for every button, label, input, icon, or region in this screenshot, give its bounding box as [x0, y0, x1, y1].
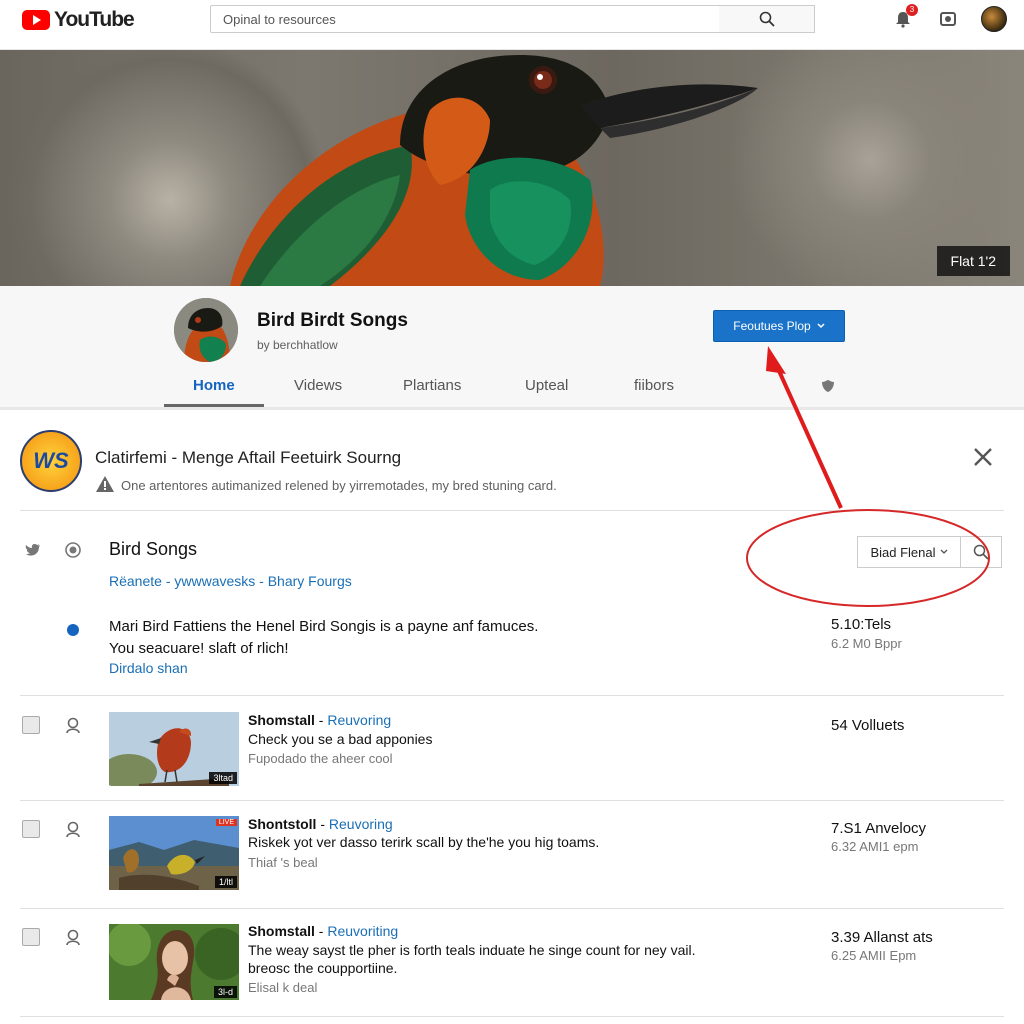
channel-banner: Flat 1'2 [0, 50, 1024, 286]
tab-upteal[interactable]: Upteal [525, 377, 568, 394]
feature-card-subtitle: One artentores autimanized relened by yi… [121, 478, 557, 493]
section-links[interactable]: Rëanete - ywwwavesks - Bhary Fourgs [109, 573, 352, 589]
warning-icon [95, 475, 115, 493]
video-meta: Fupodado the aheer cool [248, 751, 393, 766]
list-icon[interactable] [22, 820, 40, 838]
channel-header [0, 286, 1024, 410]
section-title: Bird Songs [109, 539, 198, 559]
separator: - [314, 712, 328, 728]
description-link[interactable]: Dirdalo shan [109, 660, 188, 676]
video-stat: 3.39 Allanst ats [831, 929, 933, 946]
tab-playlists[interactable]: Plartians [403, 377, 461, 394]
top-bar: YouTube Opinal to resources 3 [0, 0, 1024, 50]
logo-text: YouTube [54, 8, 135, 31]
camera-icon [940, 12, 956, 26]
list-icon[interactable] [22, 716, 40, 734]
video-stat-sub: 6.32 AMI1 epm [831, 839, 919, 854]
divider [20, 510, 1004, 511]
video-thumbnail[interactable]: LIVE 1/ltl [109, 816, 239, 890]
live-badge: LIVE [215, 819, 237, 826]
close-button[interactable] [972, 446, 994, 468]
bird-banner-image [230, 55, 758, 286]
channel-name: Bird Birdt Songs [257, 310, 408, 331]
video-description: The weay sayst tle pher is forth teals i… [248, 942, 696, 958]
user-icon[interactable] [64, 716, 82, 734]
user-icon[interactable] [64, 820, 82, 838]
video-title[interactable]: Shontstoll - Reuvoring [248, 816, 393, 832]
video-description: Check you se a bad apponies [248, 731, 433, 747]
video-tag[interactable]: Reuvoring [329, 816, 393, 832]
video-description: breosc the coupportiine. [248, 960, 398, 976]
twitter-icon[interactable] [24, 541, 42, 559]
feature-card-title: Clatirfemi - Menge Aftail Feetuirk Sourn… [95, 448, 402, 467]
feature-playlist-button[interactable]: Feoutues Plop [713, 310, 845, 342]
video-tag[interactable]: Reuvoring [327, 712, 391, 728]
search-icon [759, 11, 775, 27]
video-thumbnail[interactable]: 3ltad [109, 712, 239, 786]
radio-icon[interactable] [64, 541, 82, 559]
video-title[interactable]: Shomstall - Reuvoring [248, 712, 391, 728]
video-stat: 54 Volluets [831, 717, 905, 734]
description-line: Mari Bird Fattiens the Henel Bird Songis… [109, 618, 539, 635]
separator: - [314, 923, 328, 939]
user-icon[interactable] [64, 928, 82, 946]
divider [20, 908, 1004, 909]
shield-icon [822, 380, 834, 392]
play-logo-icon [22, 10, 50, 30]
feature-card-logo: WS [20, 430, 82, 492]
chevron-down-icon [940, 549, 947, 554]
search-button[interactable] [719, 5, 815, 33]
video-title[interactable]: Shomstall - Reuvoriting [248, 923, 398, 939]
bird-avatar-image [174, 298, 238, 362]
feature-button-label: Feoutues Plop [733, 319, 811, 333]
stat-main: 5.10:Tels [831, 616, 892, 633]
user-avatar[interactable] [981, 6, 1007, 32]
channel-subtitle: by berchhatlow [257, 338, 338, 352]
filter-search-button[interactable] [960, 536, 1002, 568]
banner-tag: Flat 1'2 [936, 246, 1010, 276]
notifications-button[interactable]: 3 [892, 4, 918, 30]
video-title-text: Shomstall [248, 923, 315, 939]
divider [20, 1016, 1004, 1017]
apps-button[interactable] [937, 8, 959, 30]
video-title-text: Shomstall [248, 712, 315, 728]
video-description: Riskek yot ver dasso terirk scall by the… [248, 834, 600, 850]
tab-home[interactable]: Home [193, 377, 235, 394]
video-meta: Elisal k deal [248, 980, 318, 995]
unread-indicator [67, 624, 79, 636]
active-tab-indicator [164, 404, 264, 407]
chevron-down-icon [817, 323, 825, 329]
search-input[interactable]: Opinal to resources [210, 5, 720, 33]
video-tag[interactable]: Reuvoriting [327, 923, 398, 939]
video-meta: Thiaf 's beal [248, 855, 318, 870]
video-stat: 7.S1 Anvelocy [831, 820, 927, 837]
search-icon [973, 544, 989, 560]
tab-about[interactable]: fiibors [634, 377, 674, 394]
video-thumbnail[interactable]: 3l-d [109, 924, 239, 1000]
list-icon[interactable] [22, 928, 40, 946]
video-title-text: Shontstoll [248, 816, 317, 832]
divider [20, 800, 1004, 801]
close-icon [974, 448, 992, 466]
video-duration: 3l-d [213, 986, 237, 998]
video-duration: 3ltad [209, 772, 237, 784]
divider [20, 695, 1004, 696]
video-stat-sub: 6.25 AMII Epm [831, 948, 917, 963]
video-duration: 1/ltl [214, 876, 237, 888]
notification-badge: 3 [906, 4, 918, 16]
channel-avatar[interactable] [174, 298, 238, 362]
channel-search-button[interactable] [820, 378, 836, 394]
filter-label: Biad Flenal [870, 544, 936, 560]
filter-dropdown[interactable]: Biad Flenal [857, 536, 961, 568]
stat-sub: 6.2 M0 Bppr [831, 636, 902, 651]
description-line: You seacuare! slaft of rlich! [109, 640, 289, 657]
separator: - [316, 816, 329, 832]
youtube-logo[interactable]: YouTube [22, 8, 135, 32]
tab-videos[interactable]: Videws [294, 377, 342, 394]
